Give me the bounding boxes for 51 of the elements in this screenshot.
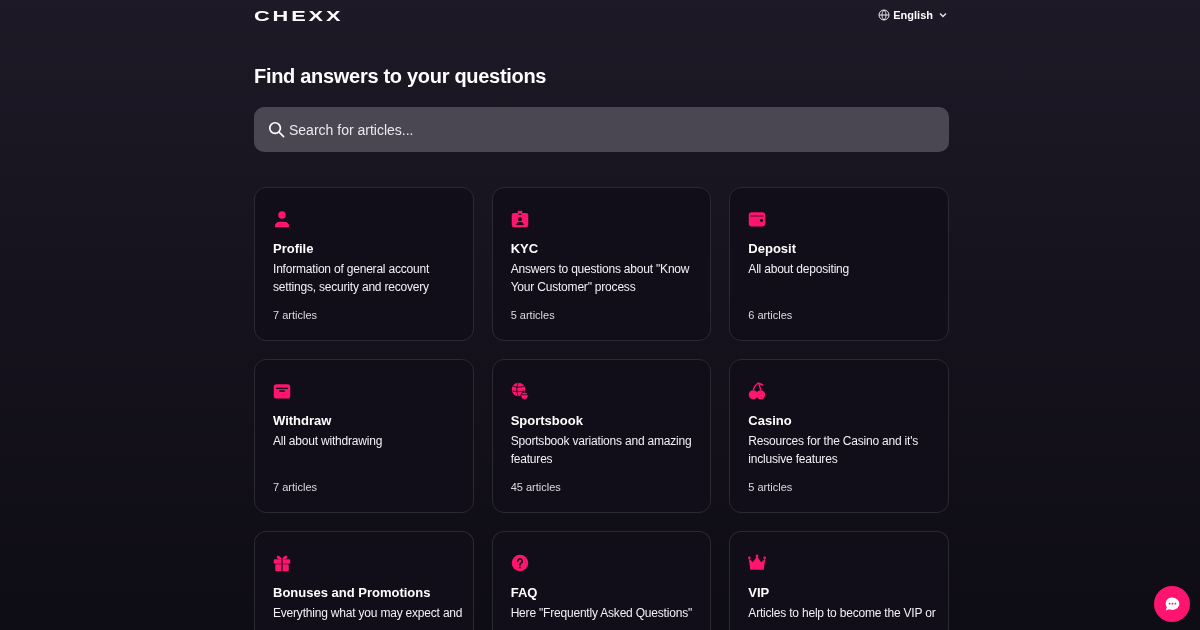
article-count: 5 articles: [510, 308, 555, 323]
category-card[interactable]: FAQ Here "Frequently Asked Questions": [491, 531, 712, 630]
category-title: KYC: [510, 240, 539, 258]
category-title: Casino: [748, 412, 792, 430]
chat-button[interactable]: [1154, 586, 1190, 622]
category-card[interactable]: Withdraw All about withdrawing 7 articles: [254, 359, 474, 513]
category-card[interactable]: Bonuses and Promotions Everything what you may expect and: [254, 531, 474, 630]
article-count: 7 articles: [273, 480, 318, 495]
category-title: VIP: [748, 584, 770, 602]
category-description: Information of general account settings, security and recovery: [273, 261, 431, 296]
category-title: Profile: [273, 240, 314, 258]
category-title: Withdraw: [273, 412, 332, 430]
search-field[interactable]: Search for articles...: [254, 107, 949, 152]
category-card[interactable]: Sportsbook Sportsbook variations and amazing features 45 articles: [491, 359, 712, 513]
gift-icon: [273, 554, 291, 572]
category-description: Everything what you may expect and: [273, 605, 463, 622]
category-card[interactable]: Deposit All about depositing 6 articles: [729, 187, 949, 341]
id-badge-icon: [510, 210, 529, 228]
category-title: Bonuses and Promotions: [273, 584, 431, 602]
article-count: 45 articles: [510, 480, 561, 495]
article-count: 6 articles: [748, 308, 793, 323]
category-description: Resources for the Casino and it's inclusive features: [748, 433, 920, 468]
category-description: Articles to help to become the VIP or: [748, 605, 936, 622]
page-heading: Find answers to your questions: [254, 64, 548, 89]
category-card[interactable]: Profile Information of general account settings, security and recovery 7 articles: [254, 187, 474, 341]
wallet-icon: [748, 210, 767, 228]
language-selector[interactable]: English: [878, 6, 947, 24]
category-description: All about withdrawing: [273, 433, 383, 450]
chat-bubble-icon: [1164, 597, 1180, 611]
chevron-down-icon: [939, 12, 947, 18]
category-description: All about depositing: [748, 261, 850, 278]
sports-balls-icon: [510, 382, 529, 400]
category-card[interactable]: VIP Articles to help to become the VIP or: [729, 531, 949, 630]
category-description: Sportsbook variations and amazing features: [510, 433, 693, 468]
category-card[interactable]: KYC Answers to questions about "Know Your Customer" process 5 articles: [491, 187, 712, 341]
article-count: 7 articles: [273, 308, 318, 323]
category-title: Deposit: [748, 240, 796, 258]
card-icon: [273, 382, 291, 400]
cherries-icon: [748, 382, 767, 400]
search-icon: [268, 121, 285, 138]
globe-icon: [878, 9, 891, 21]
category-title: FAQ: [510, 584, 538, 602]
person-icon: [273, 210, 291, 228]
crown-icon: [748, 554, 767, 572]
article-count: 5 articles: [748, 480, 793, 495]
category-description: Answers to questions about "Know Your Customer" process: [510, 261, 691, 296]
category-title: Sportsbook: [510, 412, 583, 430]
logo[interactable]: CHEXX: [254, 7, 344, 23]
question-mark-icon: [510, 554, 529, 572]
category-card[interactable]: Casino Resources for the Casino and it's inclusive features 5 articles: [729, 359, 949, 513]
category-description: Here "Frequently Asked Questions": [510, 605, 692, 622]
